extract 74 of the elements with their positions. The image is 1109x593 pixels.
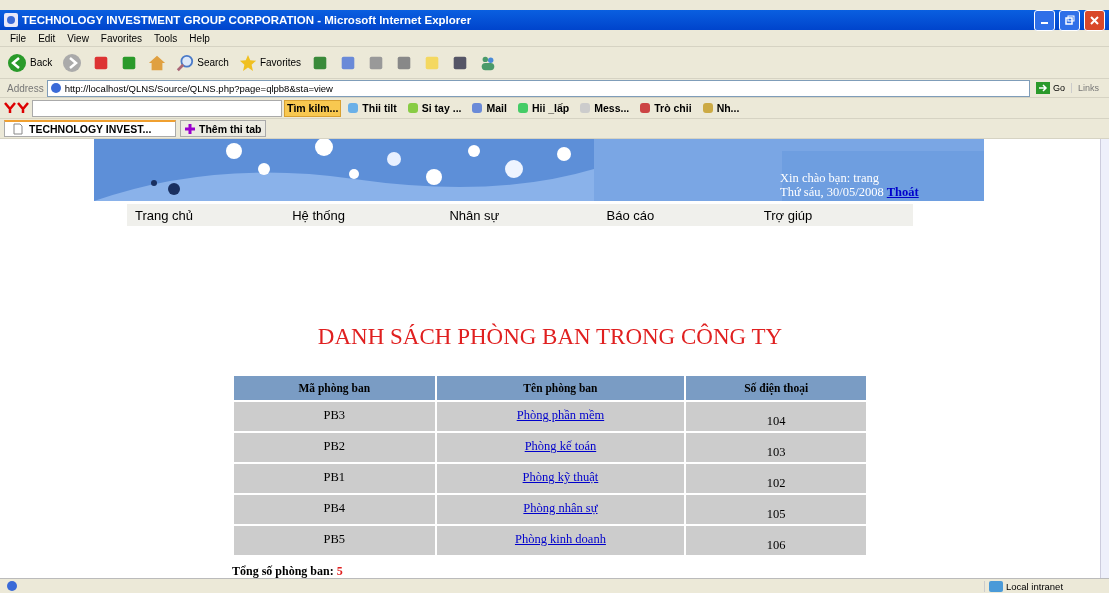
- nav-link[interactable]: Hệ thống: [284, 207, 442, 223]
- yahoo-logo-icon: [4, 102, 30, 114]
- window-title: TECHNOLOGY INVESTMENT GROUP CORPORATION - Microsoft Internet Explorer: [22, 14, 473, 26]
- menu-item[interactable]: File: [4, 32, 33, 44]
- department-link[interactable]: Phòng kinh doanh: [514, 532, 606, 546]
- web-search-button[interactable]: Tìm kilm...: [284, 99, 342, 117]
- page-heading: DANH SÁCH PHÒNG BAN TRONG CÔNG TY: [317, 324, 783, 350]
- star-icon: [238, 53, 257, 72]
- minimize-button[interactable]: [1034, 9, 1055, 31]
- scrollbar[interactable]: [1100, 139, 1109, 578]
- browser-tab[interactable]: TECHNOLOGY INVEST...: [4, 120, 176, 137]
- restore-icon: [1064, 15, 1075, 25]
- table-cell: 102: [686, 464, 866, 493]
- toolbar-button[interactable]: Back: [4, 49, 56, 76]
- department-link[interactable]: Phòng kỹ thuật: [522, 470, 599, 484]
- table-cell: 105: [686, 495, 866, 524]
- plus-icon: [185, 123, 195, 134]
- table-cell: PB2: [234, 433, 435, 462]
- address-field[interactable]: http://localhost/QLNS/Source/QLNS.php?page=qlpb8&sta=view: [46, 79, 1030, 97]
- square-icon: [516, 102, 529, 114]
- toolbar-menu-button[interactable]: Si tay ...: [402, 102, 466, 114]
- nav-link[interactable]: Trang chủ: [127, 207, 285, 223]
- nav-link[interactable]: Nhân sự: [441, 207, 599, 223]
- total-text: Tổng số phòng ban: 5: [232, 564, 343, 579]
- table-cell: PB5: [234, 526, 435, 555]
- toolbar-menu-button[interactable]: Mail: [467, 102, 511, 114]
- toolbar-menu-button[interactable]: Thii tilt: [343, 102, 401, 114]
- table-cell: PB1: [234, 464, 435, 493]
- table-cell: PB4: [234, 495, 435, 524]
- square-icon: [701, 102, 714, 114]
- address-label: Address: [6, 82, 45, 94]
- table-cell: PB3: [234, 402, 435, 431]
- menu-item[interactable]: Tools: [148, 32, 184, 44]
- column-header: Số điện thoại: [686, 376, 866, 400]
- column-header: Mã phòng ban: [234, 376, 435, 400]
- zone-text: Local intranet: [984, 580, 1109, 592]
- square-icon: [639, 102, 652, 114]
- date-text: Thứ sáu, 30/05/2008 Thoát: [780, 185, 920, 199]
- menu-item[interactable]: Edit: [32, 32, 62, 44]
- nav-link[interactable]: Trợ giúp: [755, 207, 913, 223]
- square-icon: [579, 102, 592, 114]
- search-icon: [176, 53, 195, 72]
- logout-link[interactable]: Thoát: [886, 185, 919, 199]
- menu-item[interactable]: Help: [183, 32, 216, 44]
- table-cell: 104: [686, 402, 866, 431]
- menu-item[interactable]: Favorites: [94, 32, 148, 44]
- go-arrow-icon: [1035, 82, 1050, 94]
- table-cell: 106: [686, 526, 866, 555]
- menu-item[interactable]: View: [61, 32, 95, 44]
- toolbar-menu-button[interactable]: Hii _lấp: [512, 102, 574, 114]
- links-button[interactable]: Links: [1071, 83, 1105, 93]
- close-button[interactable]: [1084, 9, 1105, 31]
- column-header: Tên phòng ban: [436, 376, 685, 400]
- department-link[interactable]: Phòng phần mềm: [516, 408, 605, 422]
- search-field[interactable]: [32, 99, 282, 117]
- go-button[interactable]: Go: [1029, 82, 1071, 94]
- toolbar-button[interactable]: Favorites: [235, 49, 305, 76]
- table-cell: 103: [686, 433, 866, 462]
- toolbar-menu-button[interactable]: Mess...: [575, 102, 634, 114]
- close-icon: [1090, 15, 1099, 25]
- greeting-text: Xin chào bạn: trang: [780, 171, 880, 185]
- toolbar-menu-button[interactable]: Nh...: [697, 102, 744, 114]
- new-tab-button[interactable]: Thêm thi tab: [180, 120, 267, 137]
- browser-icon: [4, 13, 18, 27]
- home-icon: [148, 53, 167, 72]
- toolbar-menu-button[interactable]: Trò chii: [635, 102, 696, 114]
- department-link[interactable]: Phòng kế toán: [524, 439, 597, 453]
- department-link[interactable]: Phòng nhân sự: [523, 501, 598, 515]
- square-icon: [347, 102, 360, 114]
- nav-link[interactable]: Báo cáo: [598, 207, 756, 223]
- square-icon: [406, 102, 419, 114]
- toolbar-button[interactable]: Search: [173, 49, 232, 76]
- restore-button[interactable]: [1059, 9, 1080, 31]
- square-icon: [471, 102, 484, 114]
